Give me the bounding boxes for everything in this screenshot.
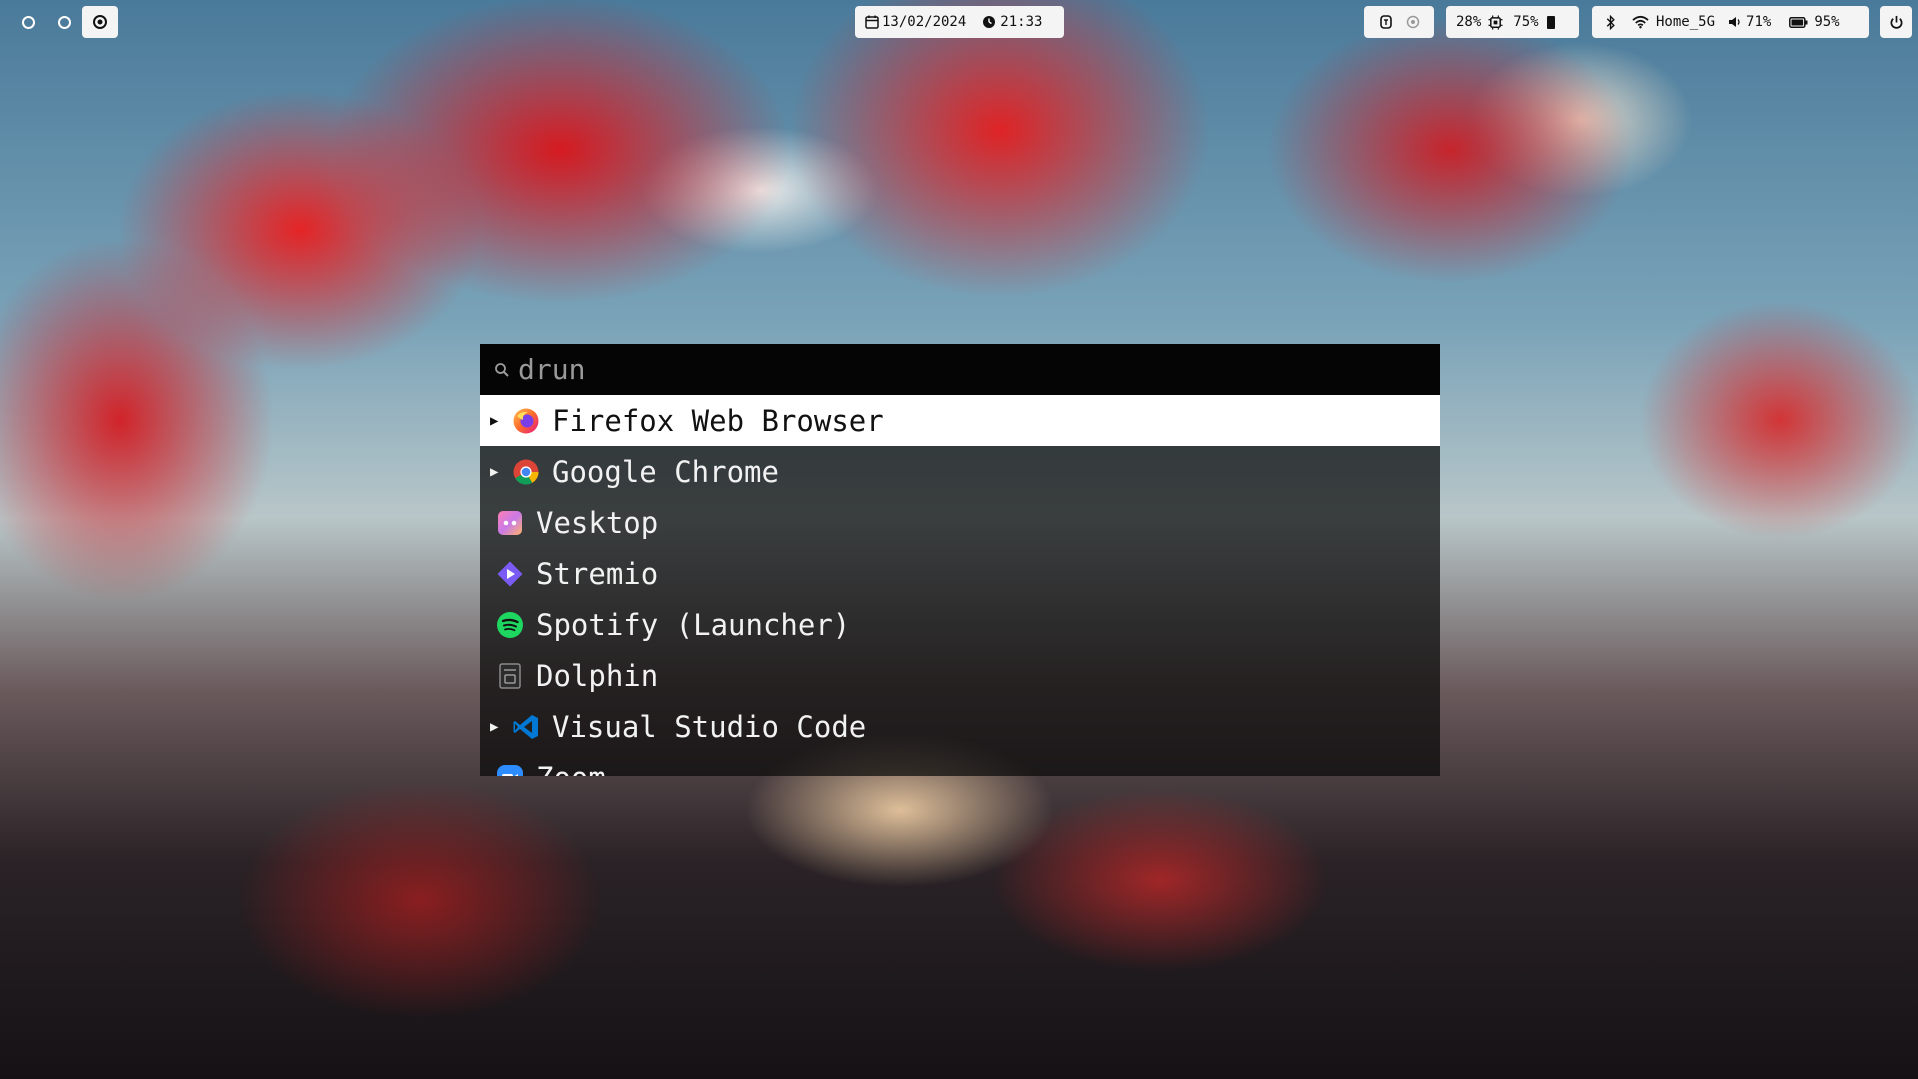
power-button[interactable]: [1880, 6, 1912, 38]
search-icon: [495, 362, 509, 377]
launcher-search-bar[interactable]: drun: [480, 344, 1440, 395]
vesktop-icon: [498, 510, 522, 535]
clock-widget[interactable]: 13/02/2024 21:33: [855, 6, 1064, 38]
brightness-value: 28%: [1456, 14, 1482, 30]
wifi-ssid: Home_5G: [1656, 14, 1716, 30]
submenu-arrow-icon[interactable]: ▶: [490, 413, 504, 429]
app-label: Spotify (Launcher): [536, 607, 851, 642]
workspace-3-indicator-active[interactable]: [82, 6, 118, 38]
time-text: 21:33: [1000, 14, 1043, 30]
app-item-chrome[interactable]: ▶ Google Chrome: [480, 446, 1440, 497]
clock-icon: [983, 16, 996, 28]
app-label: Firefox Web Browser: [552, 403, 884, 438]
workspace-1-indicator[interactable]: [22, 16, 35, 29]
power-icon: [1890, 15, 1902, 29]
submenu-arrow-icon[interactable]: ▶: [490, 719, 504, 735]
app-item-firefox[interactable]: ▶ Firefox Web Browser: [480, 395, 1440, 446]
wifi-icon[interactable]: [1632, 15, 1649, 29]
spotify-icon: [497, 611, 523, 638]
app-launcher: drun ▶ Firefox Web Browser ▶ Google Chro…: [480, 344, 1440, 776]
submenu-arrow-icon[interactable]: ▶: [490, 464, 504, 480]
calendar-icon: [865, 15, 879, 29]
app-item-stremio[interactable]: Stremio: [480, 548, 1440, 599]
app-label: Zoom: [536, 761, 606, 777]
app-label: Stremio: [536, 556, 659, 591]
app-label: Vesktop: [536, 505, 659, 540]
chrome-icon: [513, 459, 539, 485]
app-label: Google Chrome: [552, 454, 779, 489]
workspace-2-indicator[interactable]: [58, 16, 71, 29]
zoom-icon: [497, 764, 523, 776]
app-label: Visual Studio Code: [552, 709, 867, 744]
cpu-value: 75%: [1513, 14, 1539, 30]
stremio-icon: [497, 561, 523, 586]
bluetooth-icon[interactable]: [1606, 14, 1616, 30]
tray-app-icon[interactable]: [1405, 14, 1421, 30]
tray-widget[interactable]: [1364, 6, 1434, 38]
battery-value: 95%: [1814, 14, 1840, 30]
system-stats-widget[interactable]: 28% 75%: [1446, 6, 1579, 38]
app-item-zoom[interactable]: Zoom: [480, 752, 1440, 776]
app-item-vesktop[interactable]: Vesktop: [480, 497, 1440, 548]
search-input[interactable]: drun: [518, 353, 585, 386]
firefox-icon: [513, 408, 539, 433]
volume-icon[interactable]: [1729, 16, 1741, 28]
date-text: 13/02/2024: [882, 14, 967, 30]
dolphin-icon: [499, 662, 521, 689]
memory-icon: [1546, 15, 1555, 29]
status-widget[interactable]: Home_5G 71% 95%: [1592, 6, 1869, 38]
active-workspace-icon: [93, 15, 107, 29]
vscode-icon: [513, 714, 538, 739]
app-label: Dolphin: [536, 658, 659, 693]
volume-value: 71%: [1746, 14, 1772, 30]
app-item-dolphin[interactable]: Dolphin: [480, 650, 1440, 701]
app-item-spotify[interactable]: Spotify (Launcher): [480, 599, 1440, 650]
cpu-icon: [1488, 14, 1503, 30]
battery-icon: [1789, 16, 1808, 28]
idle-inhibitor-icon[interactable]: [1378, 14, 1394, 30]
app-item-vscode[interactable]: ▶ Visual Studio Code: [480, 701, 1440, 752]
